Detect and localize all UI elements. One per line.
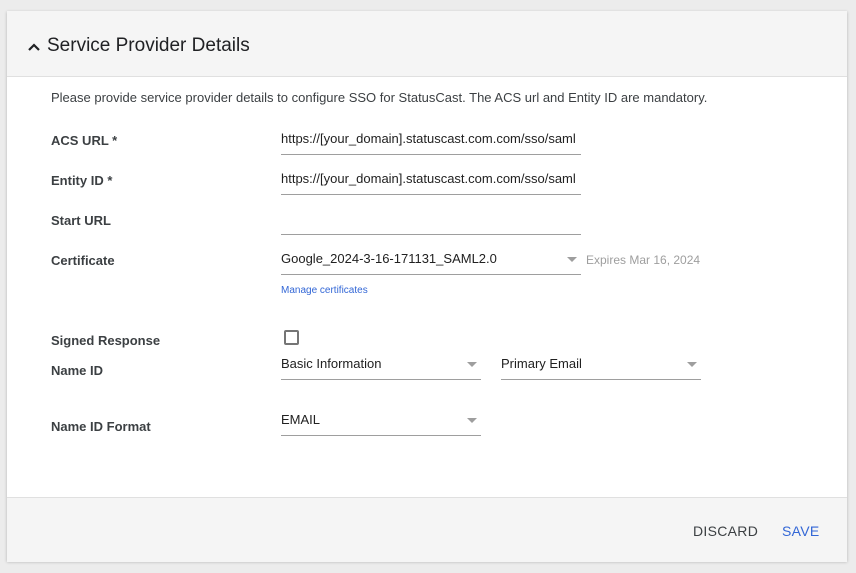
certificate-select[interactable]: Google_2024-3-16-171131_SAML2.0 [281, 248, 581, 275]
name-id-format-label: Name ID Format [51, 419, 151, 434]
caret-down-icon [567, 257, 577, 262]
name-id-format-value: EMAIL [281, 412, 321, 427]
signed-response-label: Signed Response [51, 333, 161, 348]
start-url-label: Start URL [51, 213, 111, 228]
section-intro: Please provide service provider details … [51, 90, 708, 105]
save-button[interactable]: SAVE [782, 523, 820, 539]
acs-url-input[interactable]: https://[your_domain].statuscast.com.com… [281, 128, 581, 155]
entity-id-value: https://[your_domain].statuscast.com.com… [281, 171, 576, 186]
acs-url-value: https://[your_domain].statuscast.com.com… [281, 131, 576, 146]
discard-button[interactable]: DISCARD [693, 523, 758, 539]
acs-url-label: ACS URL * [51, 133, 118, 148]
certificate-expiry: Expires Mar 16, 2024 [586, 253, 701, 267]
service-provider-card: Service Provider Details Please provide … [7, 11, 847, 562]
signed-response-checkbox[interactable] [284, 330, 299, 345]
caret-down-icon [687, 362, 697, 367]
section-title: Service Provider Details [47, 35, 250, 56]
entity-id-label: Entity ID * [51, 173, 113, 188]
name-id-format-select[interactable]: EMAIL [281, 409, 481, 436]
manage-certificates-link[interactable]: Manage certificates [281, 285, 368, 296]
section-header[interactable]: Service Provider Details [7, 11, 847, 77]
start-url-input[interactable] [281, 208, 581, 235]
certificate-value: Google_2024-3-16-171131_SAML2.0 [281, 251, 497, 266]
caret-down-icon [467, 362, 477, 367]
certificate-label: Certificate [51, 253, 115, 268]
card-footer: DISCARD SAVE [7, 497, 847, 562]
caret-down-icon [467, 418, 477, 423]
name-id-attribute-select[interactable]: Primary Email [501, 353, 701, 380]
entity-id-input[interactable]: https://[your_domain].statuscast.com.com… [281, 168, 581, 195]
name-id-label: Name ID [51, 363, 104, 378]
name-id-category-select[interactable]: Basic Information [281, 353, 481, 380]
name-id-category-value: Basic Information [281, 356, 382, 371]
chevron-up-icon[interactable] [27, 40, 41, 54]
name-id-attribute-value: Primary Email [501, 356, 582, 371]
